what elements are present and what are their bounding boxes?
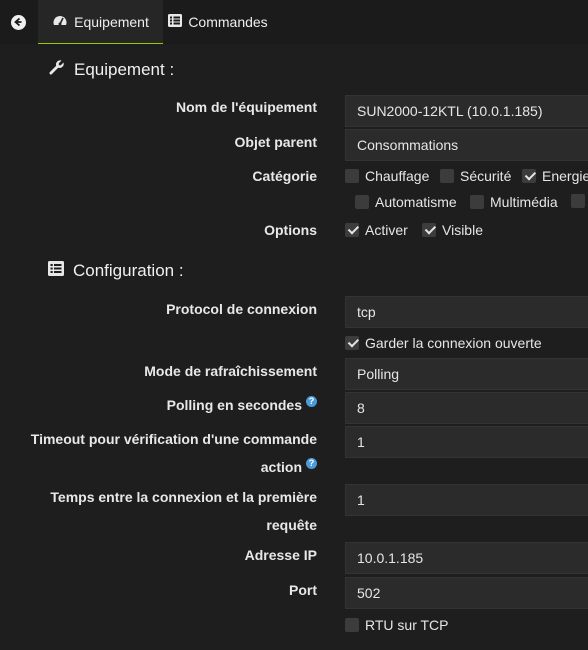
- checkbox[interactable]: [345, 169, 359, 183]
- rtu-sur-tcp-checkbox[interactable]: RTU sur TCP: [345, 617, 449, 633]
- protocol-select[interactable]: tcp: [345, 296, 588, 328]
- checkbox[interactable]: [440, 169, 454, 183]
- section-equipement-title: Equipement :: [48, 59, 174, 81]
- arrow-left-circle-icon: [10, 14, 26, 30]
- checkbox[interactable]: [355, 195, 369, 209]
- checkbox[interactable]: [345, 336, 359, 350]
- label-polling: Polling en secondes?: [167, 391, 317, 419]
- label-objet: Objet parent: [234, 134, 317, 150]
- label-protocol: Protocol de connexion: [166, 301, 317, 317]
- label-categorie: Catégorie: [252, 168, 317, 184]
- category-automatisme[interactable]: Automatisme: [355, 194, 457, 210]
- temps-input[interactable]: 1: [345, 484, 588, 516]
- question-circle-icon[interactable]: ?: [306, 458, 317, 470]
- list-icon: [48, 261, 64, 281]
- label-options: Options: [264, 222, 317, 238]
- question-circle-icon[interactable]: ?: [306, 396, 317, 408]
- tab-commandes-label: Commandes: [188, 14, 268, 30]
- label-temps: Temps entre la connexion et la première …: [50, 489, 317, 533]
- checkbox[interactable]: [345, 618, 359, 632]
- category-energie[interactable]: Energie: [522, 168, 588, 184]
- timeout-input[interactable]: 1: [345, 426, 588, 458]
- garder-connexion-checkbox[interactable]: Garder la connexion ouverte: [345, 335, 542, 351]
- category-multimedia[interactable]: Multimédia: [470, 194, 558, 210]
- category-next[interactable]: [571, 194, 585, 208]
- tab-commandes[interactable]: Commandes: [163, 0, 273, 44]
- back-button[interactable]: [0, 0, 36, 44]
- mode-select[interactable]: Polling: [345, 358, 588, 390]
- label-timeout: Timeout pour vérification d'une commande…: [30, 431, 317, 475]
- polling-input[interactable]: 8: [345, 392, 588, 424]
- label-port: Port: [289, 582, 317, 598]
- tachometer-icon: [52, 13, 68, 30]
- checkbox[interactable]: [571, 194, 585, 208]
- category-securite[interactable]: Sécurité: [440, 168, 511, 184]
- checkbox[interactable]: [522, 169, 536, 183]
- checkbox[interactable]: [422, 223, 436, 237]
- label-mode: Mode de rafraîchissement: [144, 363, 317, 379]
- tab-equipement-label: Equipement: [74, 13, 149, 30]
- ip-input[interactable]: 10.0.1.185: [345, 542, 588, 574]
- wrench-icon: [48, 59, 65, 81]
- label-nom: Nom de l'équipement: [175, 99, 317, 115]
- tab-bar: Equipement Commandes: [0, 0, 588, 44]
- checkbox[interactable]: [470, 195, 484, 209]
- category-chauffage[interactable]: Chauffage: [345, 168, 429, 184]
- nom-input[interactable]: SUN2000-12KTL (10.0.1.185): [345, 95, 588, 127]
- label-ip: Adresse IP: [244, 547, 317, 563]
- objet-parent-select[interactable]: Consommations: [345, 129, 588, 161]
- port-input[interactable]: 502: [345, 577, 588, 609]
- list-icon: [168, 14, 183, 30]
- section-configuration-title: Configuration :: [48, 261, 184, 281]
- checkbox[interactable]: [345, 223, 359, 237]
- option-activer[interactable]: Activer: [345, 222, 408, 238]
- tab-equipement[interactable]: Equipement: [38, 0, 163, 44]
- option-visible[interactable]: Visible: [422, 222, 483, 238]
